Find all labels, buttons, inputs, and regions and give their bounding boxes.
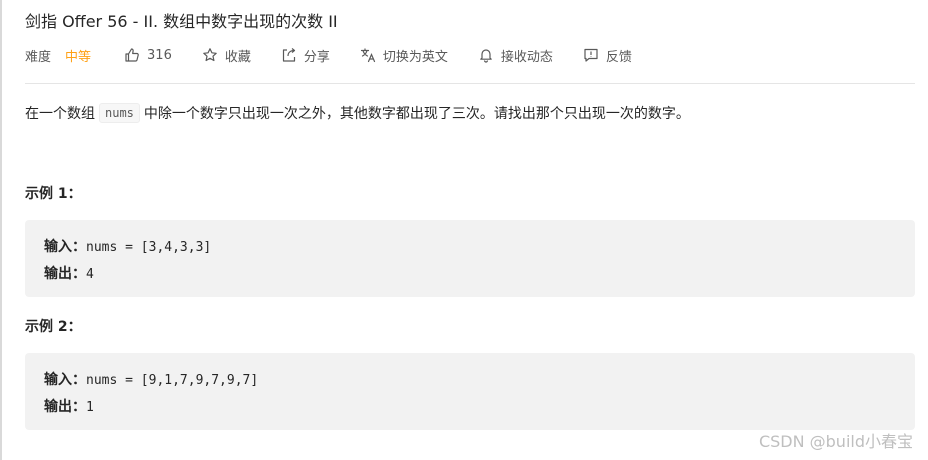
example-2-box: 输入：nums = [9,1,7,9,7,9,7] 输出：1: [25, 353, 915, 430]
translate-button[interactable]: 切换为英文: [360, 46, 448, 65]
example-1-input: 输入：nums = [3,4,3,3]: [44, 234, 896, 261]
left-border: [0, 0, 2, 460]
feedback-icon: [584, 48, 598, 62]
example-2-input: 输入：nums = [9,1,7,9,7,9,7]: [44, 367, 896, 394]
share-icon: [282, 48, 295, 62]
star-icon: [203, 48, 217, 62]
watermark: CSDN @build小春宝: [758, 432, 913, 451]
bell-icon: [480, 49, 492, 63]
input-value: nums = [3,4,3,3]: [86, 240, 212, 255]
subscribe-button[interactable]: 接收动态: [478, 46, 553, 65]
like-count: 316: [147, 47, 172, 63]
difficulty-value: 中等: [65, 49, 92, 65]
output-label: 输出：: [44, 399, 86, 415]
problem-description: 在一个数组 nums 中除一个数字只出现一次之外，其他数字都出现了三次。请找出那个只…: [25, 102, 690, 126]
share-button[interactable]: 分享: [281, 46, 330, 65]
like-button[interactable]: 316: [124, 47, 172, 63]
favorite-label: 收藏: [224, 49, 251, 65]
description-text-after: 中除一个数字只出现一次之外，其他数字都出现了三次。请找出那个只出现一次的数字。: [143, 106, 690, 122]
input-label: 输入：: [44, 239, 86, 255]
example-2-output: 输出：1: [44, 394, 896, 421]
difficulty-label: 难度: [25, 49, 52, 65]
inline-code: nums: [99, 103, 140, 123]
description-text-before: 在一个数组: [25, 106, 95, 122]
feedback-label: 反馈: [605, 49, 632, 65]
output-value: 4: [86, 267, 94, 282]
share-label: 分享: [303, 49, 330, 65]
divider: [25, 83, 915, 84]
problem-title: 剑指 Offer 56 - II. 数组中数字出现的次数 II: [25, 12, 338, 31]
subscribe-label: 接收动态: [500, 49, 553, 65]
thumbs-up-icon: [125, 48, 139, 62]
favorite-button[interactable]: 收藏: [202, 46, 251, 65]
meta-bar: 难度 中等 316 收藏 分享 切换为英文 接收动态 反馈: [25, 44, 662, 66]
example-2-title: 示例 2：: [25, 319, 82, 335]
feedback-button[interactable]: 反馈: [583, 46, 632, 65]
example-1-title: 示例 1：: [25, 186, 82, 202]
example-1-box: 输入：nums = [3,4,3,3] 输出：4: [25, 220, 915, 297]
input-value: nums = [9,1,7,9,7,9,7]: [86, 373, 259, 388]
input-label: 输入：: [44, 372, 86, 388]
example-1-output: 输出：4: [44, 261, 896, 288]
translate-label: 切换为英文: [382, 49, 448, 65]
output-label: 输出：: [44, 266, 86, 282]
output-value: 1: [86, 400, 94, 415]
translate-icon: [360, 48, 375, 63]
